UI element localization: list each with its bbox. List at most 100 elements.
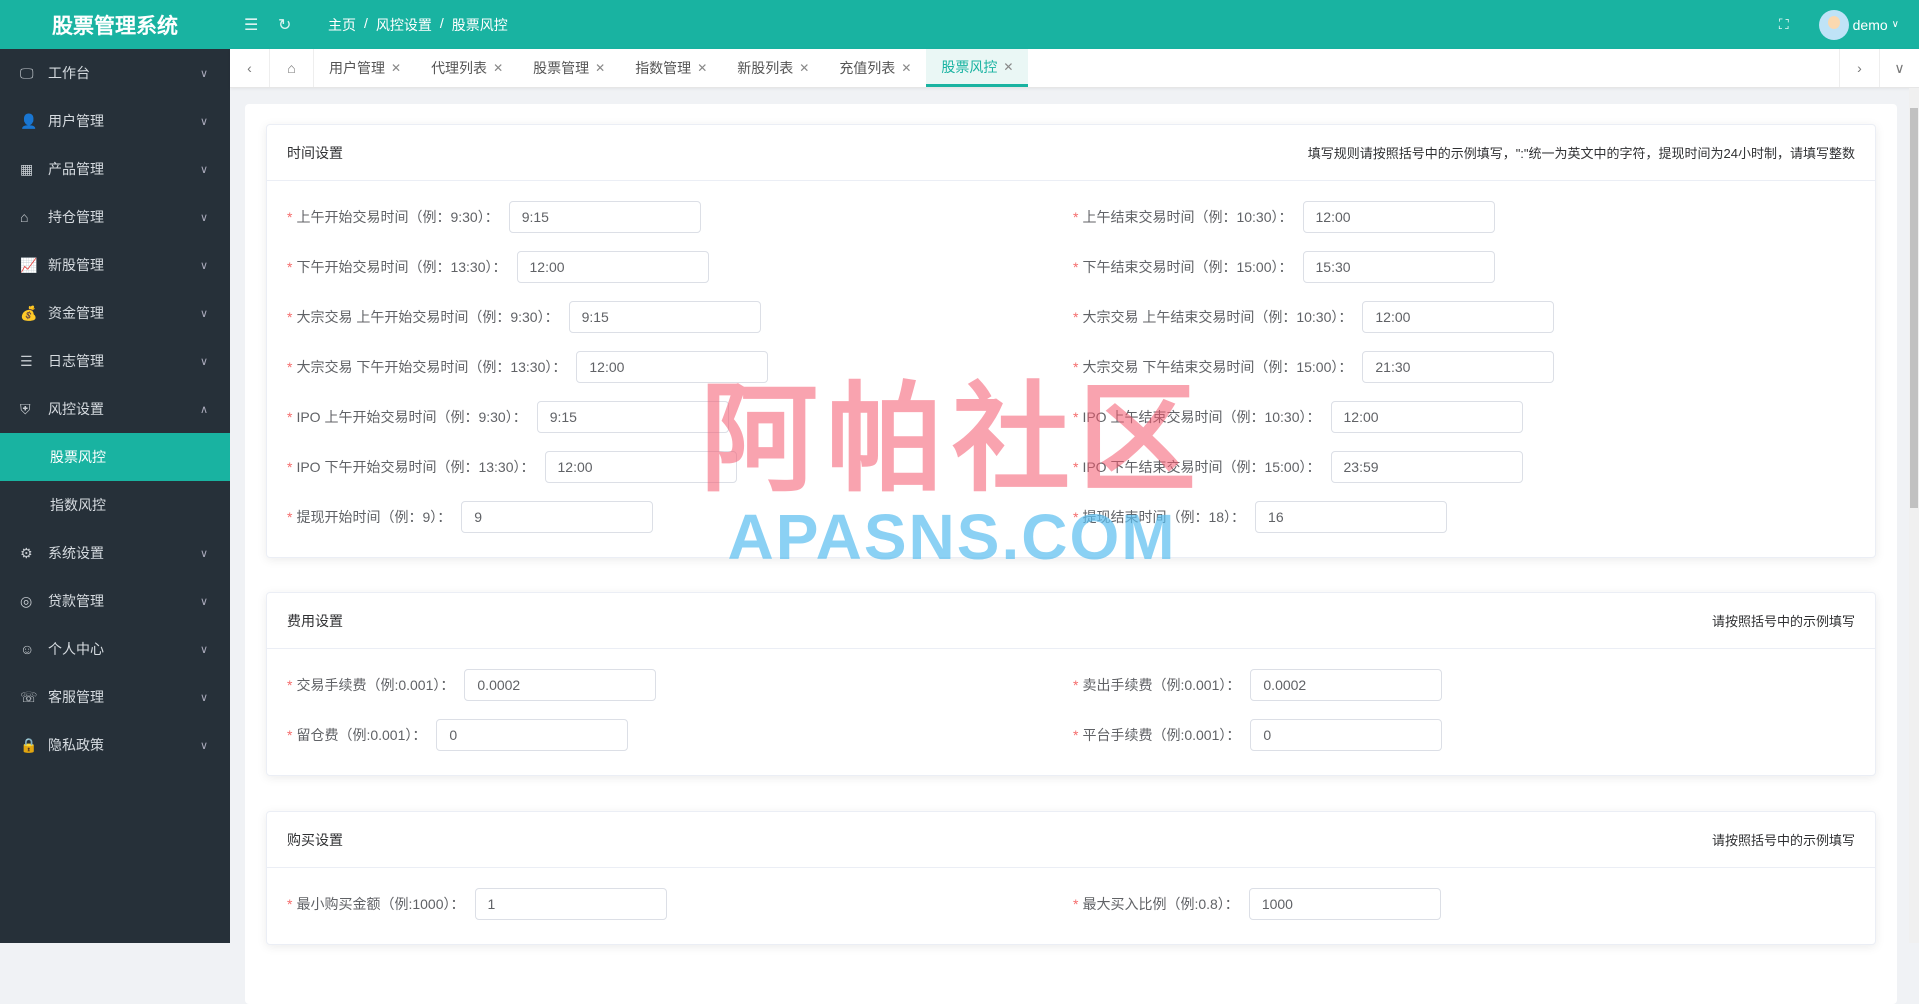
tab-5[interactable]: 充值列表 ✕ (824, 49, 926, 87)
field-input[interactable]: 0.0002 (464, 669, 657, 701)
sidebar-item-label: 客服管理 (48, 689, 104, 705)
field-input[interactable]: 16 (1255, 501, 1448, 533)
home-tab-icon[interactable]: ⌂ (270, 49, 314, 87)
avatar[interactable] (1818, 9, 1849, 40)
form-item: * IPO 上午结束交易时间（例：10:30）： 12:00 (1073, 401, 1523, 433)
close-icon[interactable]: ✕ (799, 61, 809, 75)
close-icon[interactable]: ✕ (493, 61, 503, 75)
sidebar-item-10[interactable]: ☺ 个人中心 ∨ (0, 625, 230, 673)
sidebar-item-7[interactable]: ⛨ 风控设置 ∧ (0, 385, 230, 433)
field-input[interactable]: 0.0002 (1250, 669, 1443, 701)
sidebar-item-1[interactable]: 👤 用户管理 ∨ (0, 97, 230, 145)
field-input[interactable]: 12:00 (544, 451, 737, 483)
field-input-value: 0 (1263, 727, 1272, 743)
tab-6[interactable]: 股票风控 ✕ (926, 49, 1029, 87)
form-row: * 大宗交易 下午开始交易时间（例：13:30）： 12:00 * 大宗交易 下午结束交… (287, 351, 1855, 401)
tab-2[interactable]: 股票管理 ✕ (518, 49, 620, 87)
field-input[interactable]: 12:00 (576, 351, 769, 383)
fullscreen-icon[interactable]: ⛶ (1779, 16, 1789, 33)
sidebar-item-label: 个人中心 (48, 641, 104, 657)
field-label: 提现结束时间（例：18）： (1082, 509, 1246, 525)
user-name[interactable]: demo (1853, 17, 1888, 33)
chevron-down-icon: ∨ (199, 115, 208, 128)
field-input[interactable]: 1 (474, 888, 667, 920)
buy-settings-card: 购买设置 请按照括号中的示例填写 * 最小购买金额（例:1000）： 1 * 最大买入比例（… (266, 811, 1876, 945)
tab-label: 股票风控 (941, 58, 998, 75)
sidebar-item-5[interactable]: 💰 资金管理 ∨ (0, 289, 230, 337)
tabs-scroll-left-icon[interactable]: ‹ (230, 49, 270, 87)
card-title: 时间设置 (287, 144, 343, 161)
field-label: 提现开始时间（例：9）： (296, 509, 452, 525)
form-row: * 留仓费（例:0.001）： 0 * 平台手续费（例:0.001）： 0 (287, 719, 1855, 769)
form-row: * 下午开始交易时间（例：13:30）： 12:00 * 下午结束交易时间（例：15:0… (287, 251, 1855, 301)
field-label: 平台手续费（例:0.001）： (1082, 727, 1241, 743)
breadcrumb-risk[interactable]: 风控设置 (376, 15, 432, 35)
tab-4[interactable]: 新股列表 ✕ (722, 49, 824, 87)
sidebar-item-2[interactable]: ▦ 产品管理 ∨ (0, 145, 230, 193)
tabs-menu-chevron-icon[interactable]: ∨ (1879, 49, 1919, 87)
field-input-value: 16 (1268, 509, 1284, 525)
close-icon[interactable]: ✕ (697, 61, 707, 75)
collapse-menu-icon[interactable]: ☰ (244, 15, 264, 35)
form-row: * IPO 上午开始交易时间（例：9:30）： 9:15 * IPO 上午结束交易时间（… (287, 401, 1855, 451)
scrollbar[interactable] (1909, 88, 1919, 943)
sidebar-item-12[interactable]: 🔒 隐私政策 ∨ (0, 721, 230, 769)
form-item: * 最小购买金额（例:1000）： 1 (287, 888, 1073, 920)
sidebar-item-0[interactable]: 🖵 工作台 ∨ (0, 49, 230, 97)
field-input[interactable]: 21:30 (1362, 351, 1555, 383)
service-icon: ☏ (20, 688, 38, 705)
field-input[interactable]: 9:15 (536, 401, 729, 433)
tab-1[interactable]: 代理列表 ✕ (416, 49, 518, 87)
field-input[interactable]: 12:00 (516, 251, 709, 283)
form-item: * 平台手续费（例:0.001）： 0 (1073, 719, 1443, 751)
sidebar-item-8[interactable]: ⚙ 系统设置 ∨ (0, 529, 230, 577)
person-icon: ☺ (20, 641, 35, 657)
card-header: 购买设置 请按照括号中的示例填写 (267, 812, 1875, 868)
field-label: 大宗交易 下午开始交易时间（例：13:30）： (296, 359, 567, 375)
field-input[interactable]: 12:00 (1302, 201, 1495, 233)
chevron-down-icon[interactable]: ∨ (1892, 19, 1899, 30)
field-label: 下午开始交易时间（例：13:30）： (296, 259, 507, 275)
tabs-scroll-right-icon[interactable]: › (1839, 49, 1879, 87)
close-icon[interactable]: ✕ (595, 61, 605, 75)
breadcrumb: 主页 / 风控设置 / 股票风控 (328, 15, 508, 35)
field-input[interactable]: 9:15 (508, 201, 701, 233)
refresh-icon[interactable]: ↻ (278, 15, 298, 35)
breadcrumb-current: 股票风控 (451, 16, 508, 33)
sidebar-subitem-0[interactable]: 股票风控 (0, 433, 230, 481)
form-item: * 下午开始交易时间（例：13:30）： 12:00 (287, 251, 1073, 283)
field-input[interactable]: 1000 (1248, 888, 1441, 920)
field-input[interactable]: 15:30 (1302, 251, 1495, 283)
sidebar-item-label: 新股管理 (48, 257, 104, 273)
sidebar-subitem-1[interactable]: 指数风控 (0, 481, 230, 529)
field-input[interactable]: 12:00 (1330, 401, 1523, 433)
required-mark: * (287, 677, 293, 693)
sidebar-item-11[interactable]: ☏ 客服管理 ∨ (0, 673, 230, 721)
close-icon[interactable]: ✕ (901, 61, 911, 75)
form-row: * 提现开始时间（例：9）： 9 * 提现结束时间（例：18）： 16 (287, 501, 1855, 551)
field-input-value: 9:15 (549, 409, 577, 425)
field-input[interactable]: 9 (461, 501, 654, 533)
sidebar-item-9[interactable]: ◎ 贷款管理 ∨ (0, 577, 230, 625)
card-hint: 请按照括号中的示例填写 (1711, 833, 1855, 848)
form-item: * IPO 上午开始交易时间（例：9:30）： 9:15 (287, 401, 1073, 433)
field-input[interactable]: 12:00 (1362, 301, 1555, 333)
tab-0[interactable]: 用户管理 ✕ (314, 49, 416, 87)
chevron-down-icon: ∨ (199, 163, 208, 176)
sidebar-item-3[interactable]: ⌂ 持仓管理 ∨ (0, 193, 230, 241)
tab-3[interactable]: 指数管理 ✕ (620, 49, 722, 87)
field-input[interactable]: 0 (436, 719, 629, 751)
card-title: 费用设置 (287, 612, 343, 629)
sidebar-item-4[interactable]: 📈 新股管理 ∨ (0, 241, 230, 289)
sidebar-item-6[interactable]: ☰ 日志管理 ∨ (0, 337, 230, 385)
form-row: * 大宗交易 上午开始交易时间（例：9:30）： 9:15 * 大宗交易 上午结束交易时… (287, 301, 1855, 351)
field-input[interactable]: 0 (1250, 719, 1443, 751)
form-row: * IPO 下午开始交易时间（例：13:30）： 12:00 * IPO 下午结束交易时… (287, 451, 1855, 501)
breadcrumb-home[interactable]: 主页 (328, 15, 356, 35)
close-icon[interactable]: ✕ (1003, 60, 1013, 74)
field-label: 上午开始交易时间（例：9:30）： (296, 209, 499, 225)
field-input[interactable]: 9:15 (568, 301, 761, 333)
field-input[interactable]: 23:59 (1330, 451, 1523, 483)
close-icon[interactable]: ✕ (391, 61, 401, 75)
form-item: * 提现开始时间（例：9）： 9 (287, 501, 1073, 533)
